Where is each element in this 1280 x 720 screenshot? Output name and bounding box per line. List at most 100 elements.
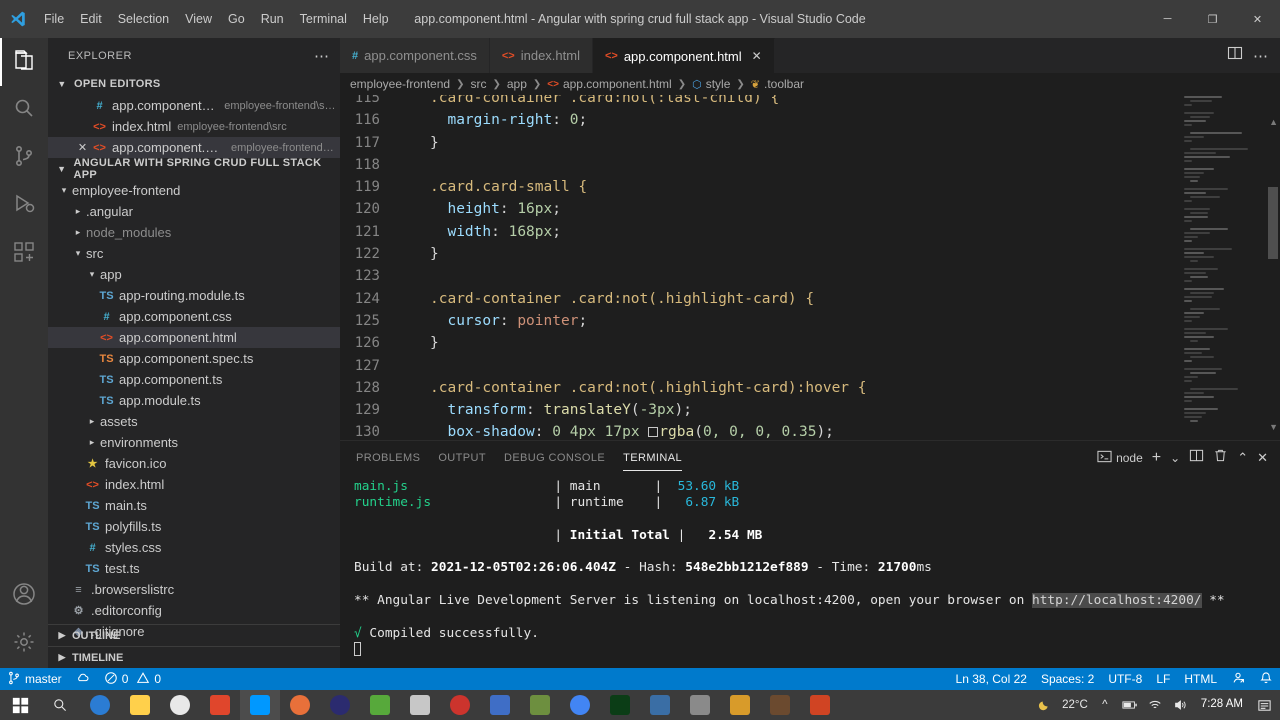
new-terminal-button[interactable]: + bbox=[1152, 449, 1161, 467]
activity-extensions[interactable] bbox=[0, 230, 48, 278]
tree-file[interactable]: <> app.component.html bbox=[48, 327, 340, 348]
menu-go[interactable]: Go bbox=[220, 0, 253, 38]
volume-icon[interactable] bbox=[1172, 697, 1188, 713]
project-header[interactable]: ▼ ANGULAR WITH SPRING CRUD FULL STACK AP… bbox=[48, 157, 340, 181]
taskbar-chrome-icon[interactable] bbox=[560, 690, 600, 720]
activity-explorer[interactable] bbox=[0, 38, 48, 86]
menu-file[interactable]: File bbox=[36, 0, 72, 38]
editor-tab[interactable]: <> index.html bbox=[489, 38, 593, 73]
tree-file[interactable]: TS app-routing.module.ts bbox=[48, 285, 340, 306]
menu-selection[interactable]: Selection bbox=[110, 0, 177, 38]
tree-folder[interactable]: ▾ employee-frontend bbox=[48, 180, 340, 201]
tree-file[interactable]: TS main.ts bbox=[48, 495, 340, 516]
breadcrumb-item[interactable]: ❦ .toolbar bbox=[751, 77, 804, 91]
maximize-panel-icon[interactable]: ⌃ bbox=[1237, 450, 1248, 466]
status-eol[interactable]: LF bbox=[1149, 668, 1177, 690]
breadcrumb-item[interactable]: src bbox=[470, 77, 486, 91]
tree-file[interactable]: TS polyfills.ts bbox=[48, 516, 340, 537]
taskbar-matrix-icon[interactable] bbox=[600, 690, 640, 720]
trash-icon[interactable] bbox=[1213, 448, 1228, 468]
taskbar-sql-icon[interactable] bbox=[680, 690, 720, 720]
editor-scrollbar-thumb[interactable] bbox=[1268, 187, 1278, 259]
activity-source-control[interactable] bbox=[0, 134, 48, 182]
tree-file[interactable]: TS test.ts bbox=[48, 558, 340, 579]
code-editor[interactable]: 115 .card-container .card:not(:last-child… bbox=[340, 95, 1280, 440]
tree-file[interactable]: TS app.module.ts bbox=[48, 390, 340, 411]
close-button[interactable]: ✕ bbox=[1235, 0, 1280, 38]
taskbar-spring-icon[interactable] bbox=[360, 690, 400, 720]
minimap[interactable] bbox=[1180, 95, 1266, 440]
editor-scrollbar[interactable]: ▲ ▼ bbox=[1266, 95, 1280, 440]
split-editor-icon[interactable] bbox=[1227, 45, 1243, 66]
taskbar-powerpoint-icon[interactable] bbox=[800, 690, 840, 720]
taskbar-terminal-icon[interactable] bbox=[520, 690, 560, 720]
status-cursor-position[interactable]: Ln 38, Col 22 bbox=[949, 668, 1034, 690]
outline-section[interactable]: ▶ OUTLINE bbox=[48, 624, 340, 646]
tree-file[interactable]: TS app.component.spec.ts bbox=[48, 348, 340, 369]
terminal-shell-selector[interactable]: node bbox=[1097, 449, 1143, 467]
taskbar-intellij-icon[interactable] bbox=[400, 690, 440, 720]
taskbar-notes-icon[interactable] bbox=[720, 690, 760, 720]
tree-file[interactable]: ★ favicon.ico bbox=[48, 453, 340, 474]
activity-run-debug[interactable] bbox=[0, 182, 48, 230]
wifi-icon[interactable] bbox=[1147, 697, 1163, 713]
panel-tab-terminal[interactable]: TERMINAL bbox=[623, 441, 682, 475]
maximize-button[interactable]: ❐ bbox=[1190, 0, 1235, 38]
status-encoding[interactable]: UTF-8 bbox=[1101, 668, 1149, 690]
close-icon[interactable]: ✕ bbox=[752, 49, 762, 63]
status-indentation[interactable]: Spaces: 2 bbox=[1034, 668, 1101, 690]
tree-file[interactable]: <> index.html bbox=[48, 474, 340, 495]
tree-file[interactable]: ⚙ .editorconfig bbox=[48, 600, 340, 621]
panel-tab-problems[interactable]: PROBLEMS bbox=[356, 441, 420, 475]
tree-folder[interactable]: ▸ environments bbox=[48, 432, 340, 453]
breadcrumb-item[interactable]: employee-frontend bbox=[350, 77, 450, 91]
activity-settings[interactable] bbox=[0, 620, 48, 668]
taskbar-navicat-icon[interactable] bbox=[320, 690, 360, 720]
editor-tab[interactable]: <> app.component.html ✕ bbox=[592, 38, 775, 73]
breadcrumb-item[interactable]: app bbox=[507, 77, 527, 91]
explorer-more-actions[interactable]: ⋯ bbox=[314, 47, 330, 65]
tree-folder[interactable]: ▾ src bbox=[48, 243, 340, 264]
terminal-output[interactable]: main.js | main | 53.60 kB runtime.js | ru… bbox=[340, 475, 1280, 658]
panel-tab-output[interactable]: OUTPUT bbox=[438, 441, 486, 475]
tree-file[interactable]: TS app.component.ts bbox=[48, 369, 340, 390]
menu-view[interactable]: View bbox=[177, 0, 220, 38]
tree-folder[interactable]: ▸ node_modules bbox=[48, 222, 340, 243]
tree-file[interactable]: ≡ .browserslistrc bbox=[48, 579, 340, 600]
status-language-mode[interactable]: HTML bbox=[1177, 668, 1224, 690]
breadcrumb-item[interactable]: ⬡ style bbox=[692, 77, 730, 91]
taskbar-search-button[interactable] bbox=[40, 690, 80, 720]
taskbar-edge-icon[interactable] bbox=[80, 690, 120, 720]
split-terminal-icon[interactable] bbox=[1189, 448, 1204, 468]
timeline-section[interactable]: ▶ TIMELINE bbox=[48, 646, 340, 668]
notification-icon[interactable] bbox=[1256, 697, 1272, 713]
activity-accounts[interactable] bbox=[0, 572, 48, 620]
taskbar-postman-icon[interactable] bbox=[480, 690, 520, 720]
taskbar-game-icon[interactable] bbox=[760, 690, 800, 720]
chevron-down-icon[interactable]: ⌄ bbox=[1170, 451, 1180, 465]
breadcrumb-item[interactable]: <> app.component.html bbox=[547, 77, 671, 91]
editor-more-actions[interactable]: ⋯ bbox=[1253, 47, 1268, 65]
tree-file[interactable]: # app.component.css bbox=[48, 306, 340, 327]
panel-tab-debug-console[interactable]: DEBUG CONSOLE bbox=[504, 441, 605, 475]
minimize-button[interactable]: ─ bbox=[1145, 0, 1190, 38]
taskbar-vscode-icon[interactable] bbox=[240, 690, 280, 720]
close-panel-icon[interactable]: ✕ bbox=[1257, 450, 1268, 466]
editor-tab[interactable]: # app.component.css bbox=[340, 38, 490, 73]
status-branch[interactable]: master bbox=[0, 668, 69, 690]
status-sync[interactable] bbox=[69, 668, 97, 690]
weather-temperature[interactable]: 22°C bbox=[1062, 699, 1088, 711]
open-editor-item[interactable]: ✕ <> app.component.html employee-frontend\s… bbox=[48, 137, 340, 158]
terminal-link[interactable]: http://localhost:4200/ bbox=[1032, 593, 1202, 609]
taskbar-mysql-icon[interactable] bbox=[200, 690, 240, 720]
battery-icon[interactable] bbox=[1122, 697, 1138, 713]
taskbar-firefox-icon[interactable] bbox=[280, 690, 320, 720]
close-icon[interactable]: ✕ bbox=[74, 141, 91, 154]
menu-help[interactable]: Help bbox=[355, 0, 397, 38]
tree-folder[interactable]: ▾ app bbox=[48, 264, 340, 285]
taskbar-clock[interactable]: 7:28 AM bbox=[1197, 698, 1247, 711]
start-button[interactable] bbox=[0, 690, 40, 720]
menu-run[interactable]: Run bbox=[253, 0, 292, 38]
status-problems[interactable]: 0 0 bbox=[97, 668, 168, 690]
scroll-down-arrow[interactable]: ▼ bbox=[1269, 422, 1278, 432]
